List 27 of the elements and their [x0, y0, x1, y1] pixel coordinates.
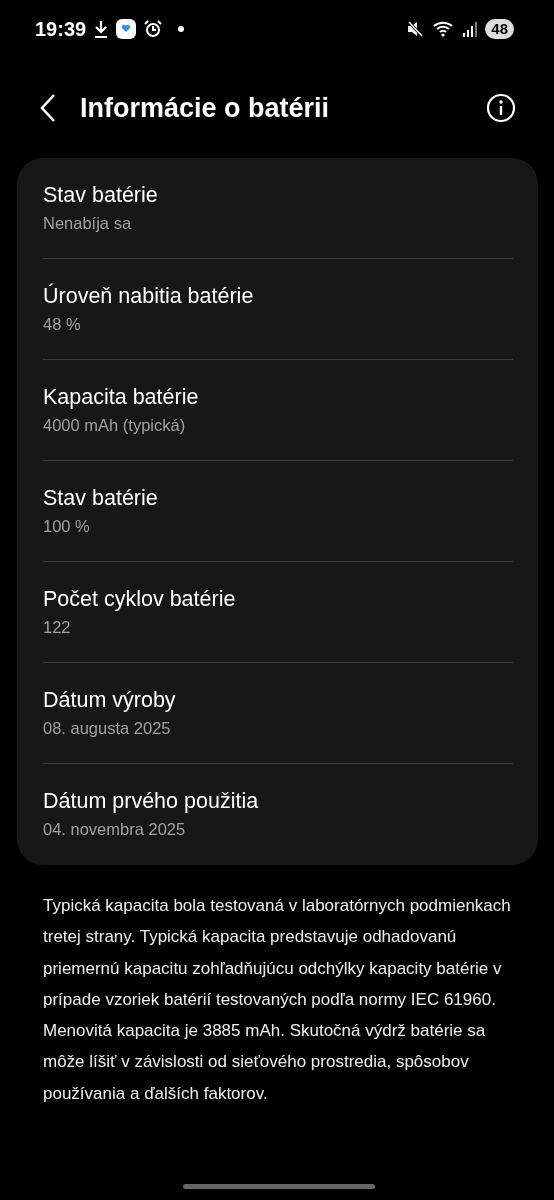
- info-button[interactable]: [486, 93, 516, 123]
- signal-icon: [463, 21, 478, 37]
- setting-title: Dátum prvého použitia: [43, 788, 260, 815]
- setting-value: 100 %: [43, 516, 91, 537]
- info-paragraph: Typická kapacita bola testovaná v laboratórnych podmienkach tretej strany. Typická kapacita predstavuje odhadovanú priemernú kapacitu zohľadňujúcu odchýlky kapacity batérie v prípade vzoriek batérií testovaných podľa normy IEC 61960. Menovitá kapacita je 3885 mAh. Skutočná výdrž batérie sa môže líšiť v závislosti od sieťového prostredia, spôsobov používania a ďalších faktorov.: [42, 895, 512, 1105]
- page-title: Informácie o batérii: [80, 91, 330, 125]
- setting-value: 04. novembra 2025: [43, 819, 187, 840]
- dot-icon: [178, 26, 185, 32]
- setting-title: Počet cyklov batérie: [43, 586, 237, 613]
- back-button[interactable]: [40, 93, 56, 123]
- setting-title: Stav batérie: [43, 182, 159, 209]
- status-time: 19:39: [35, 17, 87, 42]
- app-icon: [116, 19, 137, 39]
- setting-value: 48 %: [43, 314, 82, 335]
- alarm-icon: [144, 20, 163, 38]
- setting-title: Kapacita batérie: [43, 384, 200, 411]
- battery-level: 48: [485, 19, 514, 39]
- navigation-handle[interactable]: [183, 1184, 375, 1189]
- setting-title: Dátum výroby: [43, 687, 177, 714]
- mute-icon: [407, 21, 426, 37]
- setting-title: Stav batérie: [43, 485, 159, 512]
- setting-value: 08. augusta 2025: [43, 718, 172, 739]
- setting-value: 4000 mAh (typická): [43, 415, 187, 436]
- download-icon: [94, 20, 109, 38]
- setting-title: Úroveň nabitia batérie: [43, 282, 255, 310]
- setting-value: 122: [43, 617, 72, 638]
- setting-value: Nenabíja sa: [43, 213, 133, 234]
